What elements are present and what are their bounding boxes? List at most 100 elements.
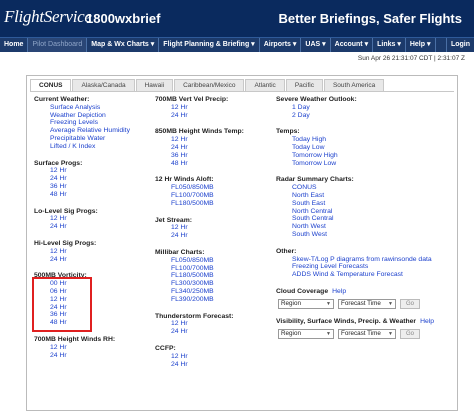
group-heading: Lo-Level Sig Progs: — [34, 207, 98, 215]
visibility-go-button[interactable]: Go — [400, 328, 421, 339]
visibility-heading: Visibility, Surface Winds, Precip. & Wea… — [276, 317, 417, 325]
chart-link[interactable]: North East — [276, 192, 451, 200]
chart-link[interactable]: ADDS Wind & Temperature Forecast — [276, 271, 451, 279]
cloud-coverage-help-link[interactable]: Help — [332, 288, 346, 295]
nav-airports[interactable]: Airports ▾ — [260, 38, 302, 52]
chart-group-thunderstorm-forecast: Thunderstorm Forecast: 12 Hr 24 Hr — [155, 313, 275, 336]
chart-group-surface-progs: Surface Progs: 12 Hr 24 Hr 36 Hr 48 Hr — [34, 160, 144, 199]
chart-link[interactable]: FL100/700MB — [155, 265, 275, 273]
chart-link[interactable]: Precipitable Water — [34, 135, 144, 143]
tab-atlantic[interactable]: Atlantic — [245, 79, 285, 91]
chart-link[interactable]: 24 Hr — [34, 256, 144, 264]
chart-link[interactable]: Skew-T/Log P diagrams from rawinsonde da… — [276, 256, 451, 264]
tab-hawaii[interactable]: Hawaii — [135, 79, 174, 91]
chart-link[interactable]: 24 Hr — [155, 328, 275, 336]
chart-link[interactable]: 12 Hr — [155, 320, 275, 328]
chart-link[interactable]: 12 Hr — [34, 344, 144, 352]
chart-group-hi-level-sig-progs: Hi-Level Sig Progs: 12 Hr 24 Hr — [34, 240, 144, 263]
chart-link[interactable]: 12 Hr — [34, 215, 144, 223]
chart-link[interactable]: 12 Hr — [155, 224, 275, 232]
chevron-down-icon: ▼ — [326, 330, 331, 337]
nav-map-wx-charts[interactable]: Map & Wx Charts ▾ — [87, 38, 160, 52]
chart-link[interactable]: South West — [276, 231, 451, 239]
chart-link[interactable]: Tomorrow High — [276, 152, 451, 160]
chart-link[interactable]: Average Relative Humidity — [34, 127, 144, 135]
chart-link[interactable]: FL050/850MB — [155, 257, 275, 265]
chart-link[interactable]: FL180/500MB — [155, 272, 275, 280]
chart-link[interactable]: FL340/250MB — [155, 288, 275, 296]
chart-link[interactable]: Tomorrow Low — [276, 160, 451, 168]
nav-help[interactable]: Help ▾ — [406, 38, 436, 52]
group-heading: CCFP: — [155, 344, 176, 352]
chart-link[interactable]: Freezing Levels — [34, 119, 144, 127]
tagline: Better Briefings, Safer Flights — [278, 11, 462, 26]
chart-link[interactable]: CONUS — [276, 184, 451, 192]
tab-divider — [30, 91, 454, 92]
main-nav: Home Pilot Dashboard Map & Wx Charts ▾ F… — [0, 37, 474, 52]
chart-group-700mb-vert-vel-precip: 700MB Vert Vel Precip: 12 Hr 24 Hr — [155, 96, 275, 119]
chart-group-millibar-charts: Millibar Charts: FL050/850MB FL100/700MB FL… — [155, 249, 275, 304]
chart-link[interactable]: Freezing Level Forecasts — [276, 263, 451, 271]
chart-link[interactable]: 12 Hr — [34, 167, 144, 175]
nav-login[interactable]: Login — [445, 38, 474, 52]
nav-account[interactable]: Account ▾ — [331, 38, 374, 52]
flightservice-logo[interactable]: FlightService — [4, 7, 92, 27]
chart-link[interactable]: Today Low — [276, 144, 451, 152]
chart-link[interactable]: 36 Hr — [34, 183, 144, 191]
cloud-forecast-select[interactable]: Forecast Time ▼ — [338, 298, 396, 309]
chart-link[interactable]: FL180/500MB — [155, 200, 275, 208]
chart-link[interactable]: South East — [276, 200, 451, 208]
visibility-forecast-select[interactable]: Forecast Time ▼ — [338, 328, 396, 339]
chart-link[interactable]: 24 Hr — [155, 112, 275, 120]
chart-link[interactable]: 12 Hr — [155, 104, 275, 112]
chart-link[interactable]: Lifted / K Index — [34, 143, 144, 151]
tab-pacific[interactable]: Pacific — [285, 79, 323, 91]
chart-link[interactable]: North Central — [276, 208, 451, 216]
chart-link[interactable]: 12 Hr — [155, 353, 275, 361]
chart-link[interactable]: FL100/700MB — [155, 192, 275, 200]
chart-link[interactable]: FL300/300MB — [155, 280, 275, 288]
chart-link[interactable]: FL050/850MB — [155, 184, 275, 192]
chart-link[interactable]: 24 Hr — [155, 232, 275, 240]
nav-pilot-dashboard[interactable]: Pilot Dashboard — [28, 38, 88, 52]
chart-link[interactable]: 12 Hr — [155, 136, 275, 144]
group-heading: 700MB Height Winds RH: — [34, 335, 116, 343]
tab-alaska-canada[interactable]: Alaska/Canada — [72, 79, 135, 91]
group-heading: Hi-Level Sig Progs: — [34, 239, 97, 247]
chart-link[interactable]: Weather Depiction — [34, 112, 144, 120]
chart-link[interactable]: 2 Day — [276, 112, 451, 120]
group-heading: Temps: — [276, 128, 300, 136]
brand-name: 1800wxbrief — [86, 11, 161, 26]
chart-group-jet-stream: Jet Stream: 12 Hr 24 Hr — [155, 217, 275, 240]
cloud-go-button[interactable]: Go — [400, 298, 421, 309]
chart-link[interactable]: 36 Hr — [155, 152, 275, 160]
chart-link[interactable]: 24 Hr — [34, 175, 144, 183]
nav-flight-planning[interactable]: Flight Planning & Briefing ▾ — [159, 38, 260, 52]
tab-south-america[interactable]: South America — [323, 79, 385, 91]
chart-link[interactable]: South Central — [276, 215, 451, 223]
group-heading: 12 Hr Winds Aloft: — [155, 176, 214, 184]
chart-link[interactable]: 24 Hr — [155, 144, 275, 152]
cloud-region-select[interactable]: Region ▼ — [278, 298, 334, 309]
chart-link[interactable]: 48 Hr — [34, 191, 144, 199]
chart-link[interactable]: FL390/200MB — [155, 296, 275, 304]
group-heading: Millibar Charts: — [155, 248, 205, 256]
chart-link[interactable]: 24 Hr — [34, 352, 144, 360]
nav-home[interactable]: Home — [0, 38, 29, 52]
chart-link[interactable]: North West — [276, 223, 451, 231]
nav-uas[interactable]: UAS ▾ — [301, 38, 331, 52]
visibility-region-select[interactable]: Region ▼ — [278, 328, 334, 339]
chart-link[interactable]: 24 Hr — [34, 223, 144, 231]
tab-caribbean-mexico[interactable]: Caribbean/Mexico — [174, 79, 245, 91]
chart-link[interactable]: Surface Analysis — [34, 104, 144, 112]
chart-link[interactable]: 12 Hr — [34, 248, 144, 256]
chart-link[interactable]: 24 Hr — [155, 361, 275, 369]
group-heading: Thunderstorm Forecast: — [155, 312, 234, 320]
visibility-group: Visibility, Surface Winds, Precip. & Wea… — [276, 318, 451, 339]
cloud-forecast-value: Forecast Time — [341, 299, 381, 307]
chart-link[interactable]: Today High — [276, 136, 451, 144]
chart-link[interactable]: 48 Hr — [155, 160, 275, 168]
chart-link[interactable]: 1 Day — [276, 104, 451, 112]
nav-links[interactable]: Links ▾ — [373, 38, 406, 52]
visibility-help-link[interactable]: Help — [420, 318, 434, 325]
